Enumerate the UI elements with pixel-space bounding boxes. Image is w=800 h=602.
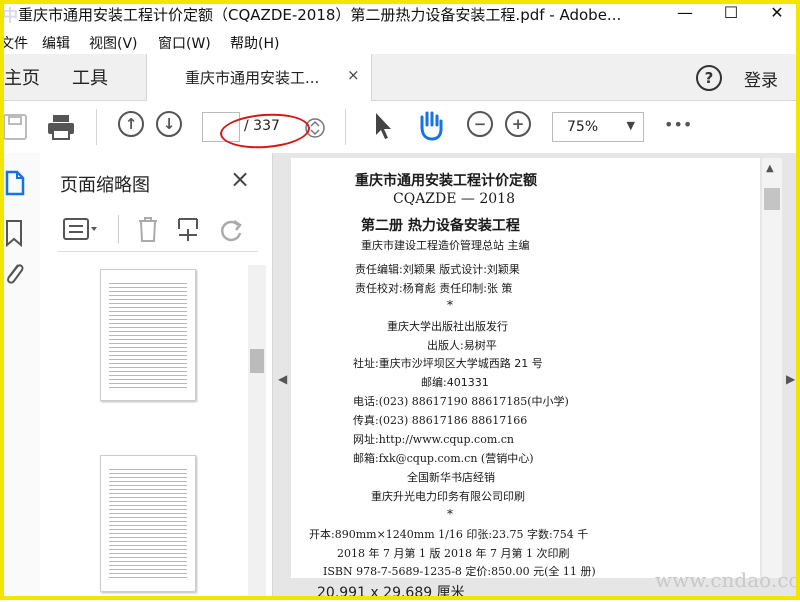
book-volume: 第二册 热力设备安装工程 bbox=[361, 218, 520, 234]
tab-document[interactable]: 重庆市通用安装工... × bbox=[146, 54, 372, 101]
panel-close-icon[interactable]: × bbox=[230, 165, 250, 193]
left-icon-rail bbox=[0, 153, 41, 600]
window-title: 重庆市通用安装工程计价定额（CQAZDE-2018）第二册热力设备安装工程.pd… bbox=[18, 6, 622, 24]
book-code: CQAZDE — 2018 bbox=[393, 191, 516, 207]
more-tools-icon[interactable]: ••• bbox=[664, 115, 692, 134]
toolbar-divider bbox=[345, 109, 346, 145]
maximize-button[interactable]: ☐ bbox=[708, 0, 754, 28]
email-line: 邮箱:fxk@cqup.com.cn (营销中心) bbox=[353, 452, 534, 465]
select-cursor-icon[interactable] bbox=[372, 111, 394, 141]
isbn-line: ISBN 978-7-5689-1235-8 定价:850.00 元(全 11 … bbox=[323, 565, 596, 578]
page-thumbnail-79[interactable] bbox=[100, 269, 196, 401]
page-thumbnail[interactable] bbox=[100, 455, 196, 592]
panel-scrollbar-thumb[interactable] bbox=[250, 349, 264, 373]
bookmark-icon[interactable] bbox=[4, 219, 24, 247]
help-icon[interactable]: ? bbox=[696, 65, 722, 91]
menu-window[interactable]: 窗口(W) bbox=[158, 33, 211, 53]
next-page-icon[interactable]: ↓ bbox=[156, 111, 182, 137]
watermark-bottom: www.cndao.com bbox=[655, 568, 800, 592]
page-thumbnails-icon[interactable] bbox=[4, 169, 26, 197]
save-icon[interactable] bbox=[2, 113, 28, 141]
separator-star: * bbox=[447, 298, 453, 312]
fax-line: 传真:(023) 88617186 88617166 bbox=[353, 414, 528, 427]
delete-icon[interactable] bbox=[136, 215, 160, 243]
hand-tool-icon[interactable] bbox=[416, 109, 446, 141]
close-window-button[interactable]: ✕ bbox=[754, 0, 800, 28]
print-icon[interactable] bbox=[46, 113, 76, 141]
zoom-value: 75% bbox=[567, 119, 599, 135]
book-title: 重庆市通用安装工程计价定额 bbox=[355, 173, 537, 189]
separator-star: * bbox=[447, 507, 453, 521]
format-line: 开本:890mm×1240mm 1/16 印张:23.75 字数:754 千 bbox=[309, 528, 589, 541]
extract-pages-icon[interactable] bbox=[176, 215, 200, 243]
address-line: 社址:重庆市沙坪坝区大学城西路 21 号 bbox=[353, 357, 543, 370]
tab-bar: 主页 工具 重庆市通用安装工... × ? 登录 bbox=[0, 54, 800, 101]
publisher-name: 出版人:易树平 bbox=[427, 339, 497, 352]
zoom-out-icon[interactable]: − bbox=[467, 111, 493, 137]
menu-file[interactable]: 文件 bbox=[0, 33, 28, 53]
credit-line: 责任编辑:刘颖果 版式设计:刘颖果 bbox=[355, 263, 520, 276]
toolbar: ↑ ↓ / 337 − + 75% ▼ ••• bbox=[0, 101, 800, 154]
zoom-in-icon[interactable]: + bbox=[505, 111, 531, 137]
tab-document-label: 重庆市通用安装工... bbox=[185, 69, 320, 87]
panel-divider bbox=[118, 215, 119, 243]
minimize-button[interactable]: — bbox=[662, 0, 708, 28]
zoom-select[interactable]: 75% ▼ bbox=[552, 112, 644, 142]
tab-close-icon[interactable]: × bbox=[347, 66, 360, 84]
chevron-down-icon: ▼ bbox=[626, 119, 635, 132]
phone-line: 电话:(023) 88617190 88617185(中小学) bbox=[353, 395, 569, 408]
publisher-line: 重庆大学出版社出版发行 bbox=[387, 320, 508, 333]
thumbnails-panel: 页面缩略图 × 79 bbox=[40, 153, 273, 600]
printer-line: 重庆升光电力印务有限公司印刷 bbox=[371, 490, 525, 503]
page-size-indicator: 20.991 x 29.689 厘米 bbox=[317, 585, 465, 601]
panel-toolbar bbox=[58, 211, 258, 252]
book-editor: 重庆市建设工程造价管理总站 主编 bbox=[361, 239, 530, 252]
postcode-line: 邮编:401331 bbox=[421, 376, 489, 389]
pdf-page: 重庆市通用安装工程计价定额 CQAZDE — 2018 第二册 热力设备安装工程… bbox=[291, 158, 760, 578]
document-scrollbar[interactable] bbox=[762, 158, 782, 578]
website-line: 网址:http://www.cqup.com.cn bbox=[353, 433, 515, 446]
previous-page-icon[interactable]: ↑ bbox=[118, 111, 144, 137]
watermark-top: 中 bbox=[2, 6, 19, 25]
toolbar-divider bbox=[96, 109, 97, 145]
menu-view[interactable]: 视图(V) bbox=[89, 33, 138, 53]
panel-scrollbar[interactable] bbox=[248, 265, 266, 600]
attachment-icon[interactable] bbox=[2, 259, 26, 289]
collapse-left-icon[interactable]: ◀ bbox=[278, 372, 287, 386]
credit-line: 责任校对:杨育彪 责任印制:张 策 bbox=[355, 282, 513, 295]
rotate-icon[interactable] bbox=[218, 217, 246, 243]
panel-title: 页面缩略图 bbox=[60, 175, 150, 196]
menu-help[interactable]: 帮助(H) bbox=[230, 33, 279, 53]
login-button[interactable]: 登录 bbox=[744, 66, 778, 91]
document-scrollbar-thumb[interactable] bbox=[764, 188, 780, 210]
scroll-up-icon[interactable]: ▲ bbox=[766, 163, 774, 174]
title-bar: 中 重庆市通用安装工程计价定额（CQAZDE-2018）第二册热力设备安装工程.… bbox=[0, 0, 800, 28]
tab-home[interactable]: 主页 bbox=[4, 64, 40, 90]
thumbnail-options-icon[interactable] bbox=[62, 217, 100, 243]
thumbnail-list: 79 bbox=[58, 265, 268, 600]
menu-edit[interactable]: 编辑 bbox=[42, 33, 70, 53]
edition-line: 2018 年 7 月第 1 版 2018 年 7 月第 1 次印刷 bbox=[337, 547, 570, 560]
distributor-line: 全国新华书店经销 bbox=[407, 471, 495, 484]
expand-right-icon[interactable]: ▶ bbox=[786, 372, 795, 386]
tab-tools[interactable]: 工具 bbox=[72, 64, 108, 90]
menu-bar: 文件 编辑 视图(V) 窗口(W) 帮助(H) bbox=[0, 28, 800, 54]
